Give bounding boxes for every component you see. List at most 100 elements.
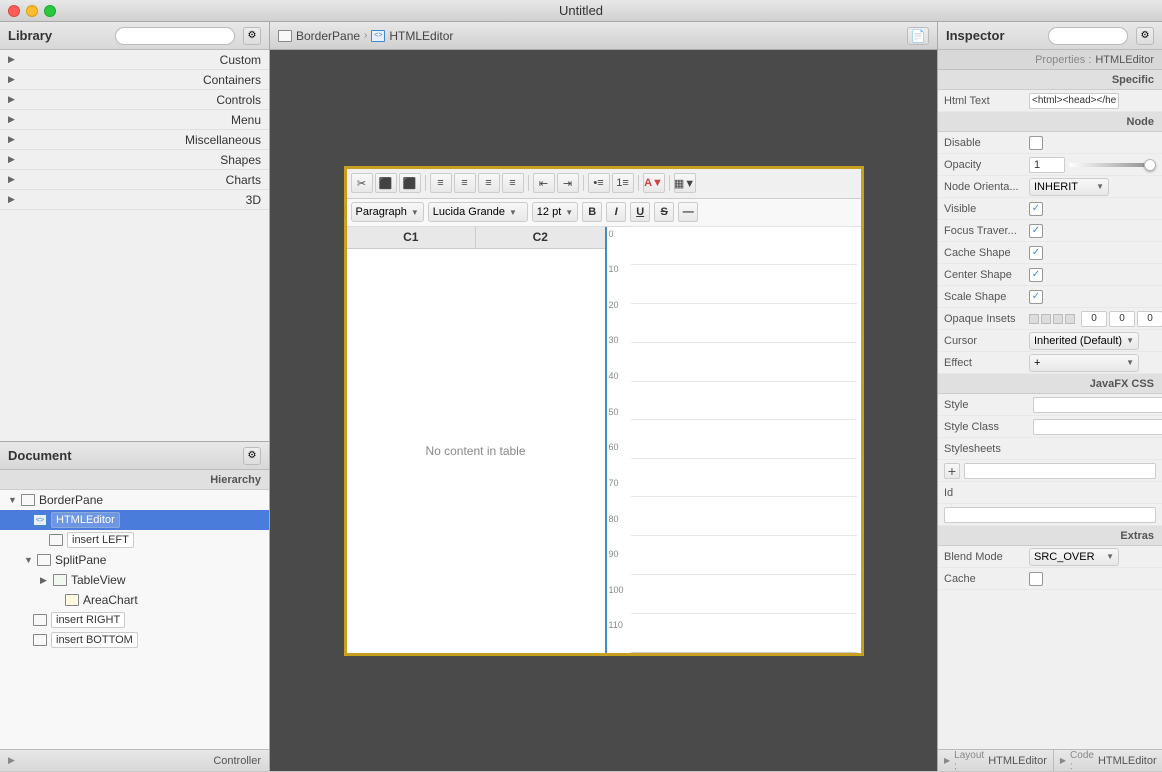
insets-input-1[interactable] [1109, 311, 1135, 327]
blend-mode-select[interactable]: SRC_OVER ▼ [1029, 548, 1119, 566]
canvas-area[interactable]: ✂ ⬛ ⬛ ≡ ≡ ≡ ≡ ⇤ ⇥ •≡ 1≡ A▼ [270, 50, 937, 771]
library-item-controls[interactable]: ▶ Controls [0, 90, 269, 110]
library-item-charts[interactable]: ▶ Charts [0, 170, 269, 190]
close-button[interactable] [8, 5, 20, 17]
scale-shape-checkbox[interactable] [1029, 290, 1043, 304]
horizontal-rule-button[interactable]: — [678, 202, 698, 222]
editor-frame: ✂ ⬛ ⬛ ≡ ≡ ≡ ≡ ⇤ ⇥ •≡ 1≡ A▼ [344, 166, 864, 656]
cursor-select[interactable]: Inherited (Default) ▼ [1029, 332, 1139, 350]
library-item-miscellaneous[interactable]: ▶ Miscellaneous [0, 130, 269, 150]
italic-button[interactable]: I [606, 202, 626, 222]
library-item-label: Menu [20, 113, 261, 127]
visible-label: Visible [944, 203, 1029, 215]
opacity-input[interactable] [1029, 157, 1065, 173]
strikethrough-button[interactable]: S [654, 202, 674, 222]
align-center-button[interactable]: ≡ [454, 173, 476, 193]
cache-shape-checkbox[interactable] [1029, 246, 1043, 260]
library-item-custom[interactable]: ▶ Custom [0, 50, 269, 70]
stylesheet-input[interactable] [964, 463, 1156, 479]
visible-row: Visible [938, 198, 1162, 220]
table-empty-message: No content in table [425, 444, 525, 458]
bold-button[interactable]: B [582, 202, 602, 222]
bg-color-button[interactable]: ▦▼ [674, 173, 696, 193]
tree-item-insert-bottom[interactable]: insert BOTTOM [0, 630, 269, 650]
library-item-shapes[interactable]: ▶ Shapes [0, 150, 269, 170]
visible-value [1029, 202, 1156, 216]
paste-button[interactable]: ⬛ [399, 173, 421, 193]
opacity-value [1029, 157, 1156, 173]
node-orientation-select[interactable]: INHERIT ▼ [1029, 178, 1109, 196]
tree-item-splitpane[interactable]: ▼ SplitPane [0, 550, 269, 570]
inspector-options-button[interactable]: ⚙ [1136, 27, 1154, 45]
effect-value: + ▼ [1029, 354, 1156, 372]
focus-traversable-checkbox[interactable] [1029, 224, 1043, 238]
style-class-input[interactable] [1033, 419, 1162, 435]
justify-button[interactable]: ≡ [502, 173, 524, 193]
tree-item-borderpane[interactable]: ▼ BorderPane [0, 490, 269, 510]
visible-checkbox[interactable] [1029, 202, 1043, 216]
html-text-input[interactable] [1029, 93, 1119, 109]
insert-icon [32, 612, 48, 628]
separator [583, 175, 584, 191]
add-stylesheet-button[interactable]: + [944, 463, 960, 479]
tableview-icon [52, 572, 68, 588]
grid-line-100 [631, 264, 857, 265]
chevron-down-icon: ▼ [1106, 552, 1114, 561]
effect-row: Effect + ▼ [938, 352, 1162, 374]
opacity-slider[interactable] [1069, 163, 1156, 167]
doc-save-button[interactable]: 📄 [907, 27, 929, 45]
tree-item-insert-left[interactable]: insert LEFT [0, 530, 269, 550]
table-pane: C1 C2 No content in table [347, 227, 607, 653]
table-col-c1: C1 [347, 227, 477, 248]
id-input[interactable] [944, 507, 1156, 523]
style-input[interactable] [1033, 397, 1162, 413]
tree-item-areachart[interactable]: AreaChart [0, 590, 269, 610]
font-color-button[interactable]: A▼ [643, 173, 665, 193]
indent-button[interactable]: ⇤ [533, 173, 555, 193]
code-footer-item[interactable]: ▶ Code : HTMLEditor [1054, 750, 1162, 771]
maximize-button[interactable] [44, 5, 56, 17]
grid-line-0 [631, 652, 857, 653]
library-options-button[interactable]: ⚙ [243, 27, 261, 45]
breadcrumb-htmleditor[interactable]: HTMLEditor [389, 29, 453, 43]
tree-item-insert-right[interactable]: insert RIGHT [0, 610, 269, 630]
align-left-button[interactable]: ≡ [430, 173, 452, 193]
cut-button[interactable]: ✂ [351, 173, 373, 193]
library-item-3d[interactable]: ▶ 3D [0, 190, 269, 210]
minimize-button[interactable] [26, 5, 38, 17]
focus-traversable-value [1029, 224, 1156, 238]
opacity-label: Opacity [944, 159, 1029, 171]
document-options-button[interactable]: ⚙ [243, 447, 261, 465]
paragraph-select[interactable]: Paragraph ▼ [351, 202, 424, 222]
inspector-search-input[interactable] [1048, 27, 1128, 45]
outdent-button[interactable]: ⇥ [557, 173, 579, 193]
size-select[interactable]: 12 pt ▼ [532, 202, 578, 222]
disable-checkbox[interactable] [1029, 136, 1043, 150]
cache-shape-row: Cache Shape [938, 242, 1162, 264]
library-item-containers[interactable]: ▶ Containers [0, 70, 269, 90]
separator [425, 175, 426, 191]
scale-shape-row: Scale Shape [938, 286, 1162, 308]
expand-arrow-icon: ▶ [8, 154, 20, 165]
underline-button[interactable]: U [630, 202, 650, 222]
center-shape-checkbox[interactable] [1029, 268, 1043, 282]
tree-item-tableview[interactable]: ▶ TableView [0, 570, 269, 590]
bullet-list-button[interactable]: •≡ [588, 173, 610, 193]
section-specific: Specific [938, 70, 1162, 90]
effect-select[interactable]: + ▼ [1029, 354, 1139, 372]
num-list-button[interactable]: 1≡ [612, 173, 634, 193]
insets-input-2[interactable] [1137, 311, 1162, 327]
library-search-input[interactable] [115, 27, 235, 45]
code-value: HTMLEditor [1098, 755, 1157, 767]
font-select[interactable]: Lucida Grande ▼ [428, 202, 528, 222]
copy-button[interactable]: ⬛ [375, 173, 397, 193]
html-text-row: Html Text [938, 90, 1162, 112]
breadcrumb-borderpane[interactable]: BorderPane [296, 29, 360, 43]
align-right-button[interactable]: ≡ [478, 173, 500, 193]
insets-input-0[interactable] [1081, 311, 1107, 327]
layout-footer-item[interactable]: ▶ Layout : HTMLEditor [938, 750, 1054, 771]
library-item-menu[interactable]: ▶ Menu [0, 110, 269, 130]
tree-item-htmleditor[interactable]: <> HTMLEditor [0, 510, 269, 530]
opacity-thumb[interactable] [1144, 159, 1156, 171]
cache-checkbox[interactable] [1029, 572, 1043, 586]
